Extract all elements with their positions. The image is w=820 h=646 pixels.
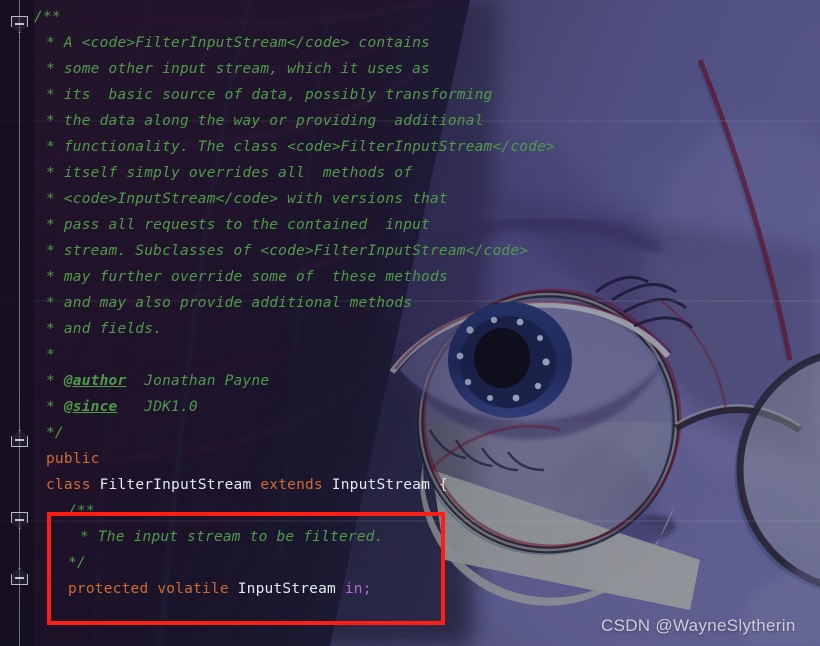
code-token-punct — [336, 581, 345, 597]
code-line[interactable]: * and fields. — [46, 316, 162, 342]
code-token-cmt: JDK1.0 — [117, 399, 198, 415]
code-token-cmt: * — [46, 399, 64, 415]
code-token-cmt: * — [46, 347, 55, 363]
code-line[interactable]: * pass all requests to the contained inp… — [46, 212, 430, 238]
code-line[interactable]: */ — [46, 420, 64, 446]
code-line[interactable]: * stream. Subclasses of <code>FilterInpu… — [46, 238, 528, 264]
collapse-minus-icon — [15, 519, 24, 521]
code-editor[interactable]: /** * A <code>FilterInputStream</code> co… — [0, 0, 820, 646]
code-line[interactable]: * — [46, 342, 55, 368]
code-token-ident: InputStream — [237, 581, 336, 597]
watermark-text: CSDN @WayneSlytherin — [601, 616, 796, 635]
fold-guide-line — [19, 0, 20, 646]
editor-window: /** * A <code>FilterInputStream</code> co… — [0, 0, 820, 646]
code-token-cmt: * functionality. The class <code>FilterI… — [46, 139, 555, 155]
code-line[interactable]: class FilterInputStream extends InputStr… — [46, 472, 448, 498]
fold-javadoc-class-start[interactable] — [11, 16, 28, 33]
code-line[interactable]: * A <code>FilterInputStream</code> conta… — [46, 30, 430, 56]
code-token-cmt: * may further override some of these met… — [46, 269, 448, 285]
code-line[interactable]: * may further override some of these met… — [46, 264, 448, 290]
code-token-cmt: * stream. Subclasses of <code>FilterInpu… — [46, 243, 529, 259]
code-line[interactable]: * some other input stream, which it uses… — [46, 56, 430, 82]
code-token-cmt: * pass all requests to the contained inp… — [46, 217, 430, 233]
code-token-kw: volatile — [157, 581, 229, 597]
code-token-punct — [323, 477, 332, 493]
code-token-punct — [91, 477, 100, 493]
code-token-tag: @author — [63, 373, 127, 389]
code-token-tag: @since — [63, 399, 118, 415]
code-token-cmt: * the data along the way or providing ad… — [46, 113, 484, 129]
fold-gutter[interactable] — [0, 0, 30, 646]
collapse-minus-icon — [15, 23, 24, 25]
code-token-cmt: * its basic source of data, possibly tra… — [46, 87, 493, 103]
fold-marker-shape — [11, 16, 28, 33]
code-token-cmt: Jonathan Payne — [126, 373, 270, 389]
code-token-kw: protected — [68, 581, 149, 597]
code-token-cmt: */ — [46, 425, 64, 441]
fold-javadoc-field-start[interactable] — [11, 512, 28, 529]
collapse-minus-icon — [15, 577, 24, 579]
code-token-cmt: * itself simply overrides all methods of — [46, 165, 413, 181]
code-token-cmt: /** — [34, 9, 61, 25]
code-token-ident: InputStream — [331, 477, 431, 493]
code-token-ident: FilterInputStream — [99, 477, 252, 493]
code-line[interactable]: * The input stream to be filtered. — [80, 524, 384, 550]
code-line[interactable]: public — [46, 446, 100, 472]
code-token-cmt: * some other input stream, which it uses… — [46, 61, 430, 77]
code-token-cmt: * <code>InputStream</code> with versions… — [46, 191, 448, 207]
code-token-kw: public — [46, 451, 100, 467]
code-token-cmt: * and may also provide additional method… — [46, 295, 413, 311]
code-line[interactable]: * @author Jonathan Payne — [46, 368, 269, 394]
code-line[interactable]: /** — [68, 498, 95, 524]
fold-javadoc-class-end[interactable] — [11, 430, 28, 447]
code-content[interactable]: /** * A <code>FilterInputStream</code> co… — [30, 0, 820, 646]
code-line[interactable]: * @since JDK1.0 — [46, 394, 198, 420]
collapse-minus-icon — [15, 439, 24, 441]
code-token-field: in — [344, 581, 363, 597]
code-token-punct — [229, 581, 238, 597]
code-line[interactable]: * and may also provide additional method… — [46, 290, 412, 316]
code-line[interactable]: /** — [34, 4, 61, 30]
editor-left-border — [25, 0, 26, 646]
code-token-cmt: * and fields. — [46, 321, 163, 337]
code-line[interactable]: * the data along the way or providing ad… — [46, 108, 484, 134]
code-line[interactable]: * its basic source of data, possibly tra… — [46, 82, 493, 108]
code-token-cmt: * A <code>FilterInputStream</code> conta… — [46, 35, 430, 51]
code-token-cmt: */ — [68, 555, 86, 571]
code-token-punct — [251, 477, 260, 493]
code-token-punct: { — [430, 477, 448, 493]
code-line[interactable]: * <code>InputStream</code> with versions… — [46, 186, 448, 212]
code-line[interactable]: * itself simply overrides all methods of — [46, 160, 412, 186]
code-token-kw: class — [46, 477, 91, 493]
code-line[interactable]: */ — [68, 550, 86, 576]
code-token-punct — [148, 581, 157, 597]
code-line[interactable]: protected volatile InputStream in; — [68, 576, 372, 602]
code-line[interactable]: * functionality. The class <code>FilterI… — [46, 134, 555, 160]
code-token-field: ; — [362, 581, 372, 597]
fold-marker-shape — [11, 512, 28, 529]
code-token-kw: extends — [260, 477, 323, 493]
code-token-cmt: * The input stream to be filtered. — [80, 529, 384, 545]
fold-javadoc-field-end[interactable] — [11, 568, 28, 585]
code-token-cmt: /** — [68, 503, 95, 519]
code-token-cmt: * — [46, 373, 64, 389]
